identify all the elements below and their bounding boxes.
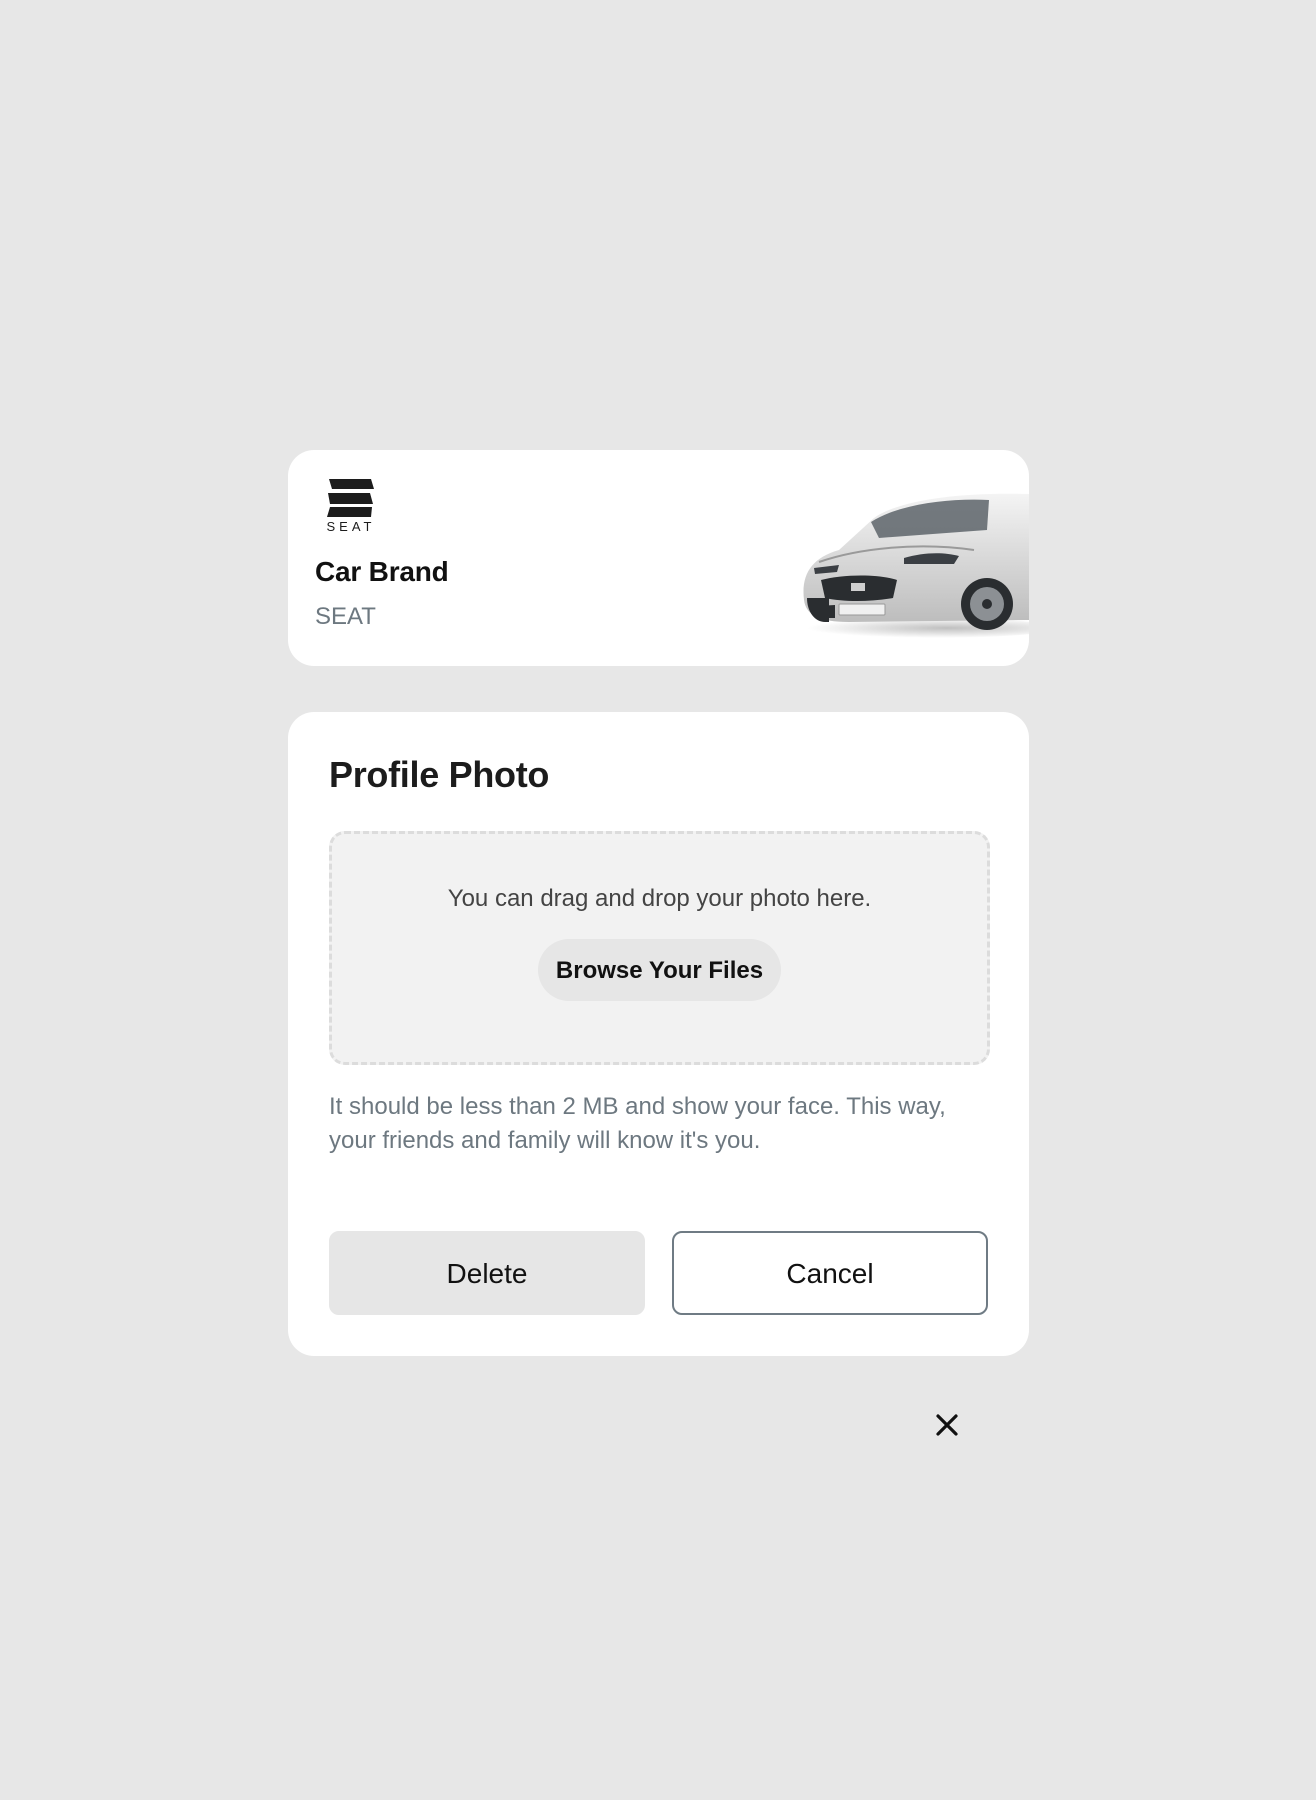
profile-photo-title: Profile Photo bbox=[329, 754, 550, 795]
seat-logo-icon: SEAT bbox=[315, 477, 387, 533]
car-image bbox=[759, 480, 1029, 640]
cancel-button[interactable]: Cancel bbox=[672, 1231, 988, 1315]
dropzone-text: You can drag and drop your photo here. bbox=[447, 885, 872, 912]
car-brand-card: SEAT Car Brand SEAT bbox=[288, 450, 1029, 666]
profile-photo-card: Profile Photo You can drag and drop your… bbox=[288, 712, 1029, 1356]
car-brand-value: SEAT bbox=[315, 603, 376, 630]
photo-requirements-hint: It should be less than 2 MB and show you… bbox=[329, 1093, 946, 1154]
close-icon[interactable] bbox=[930, 1408, 964, 1442]
photo-dropzone[interactable]: You can drag and drop your photo here. B… bbox=[329, 831, 990, 1065]
svg-text:SEAT: SEAT bbox=[327, 519, 376, 533]
browse-files-button[interactable]: Browse Your Files bbox=[538, 939, 781, 1001]
car-brand-label: Car Brand bbox=[315, 556, 449, 587]
delete-button[interactable]: Delete bbox=[329, 1231, 645, 1315]
